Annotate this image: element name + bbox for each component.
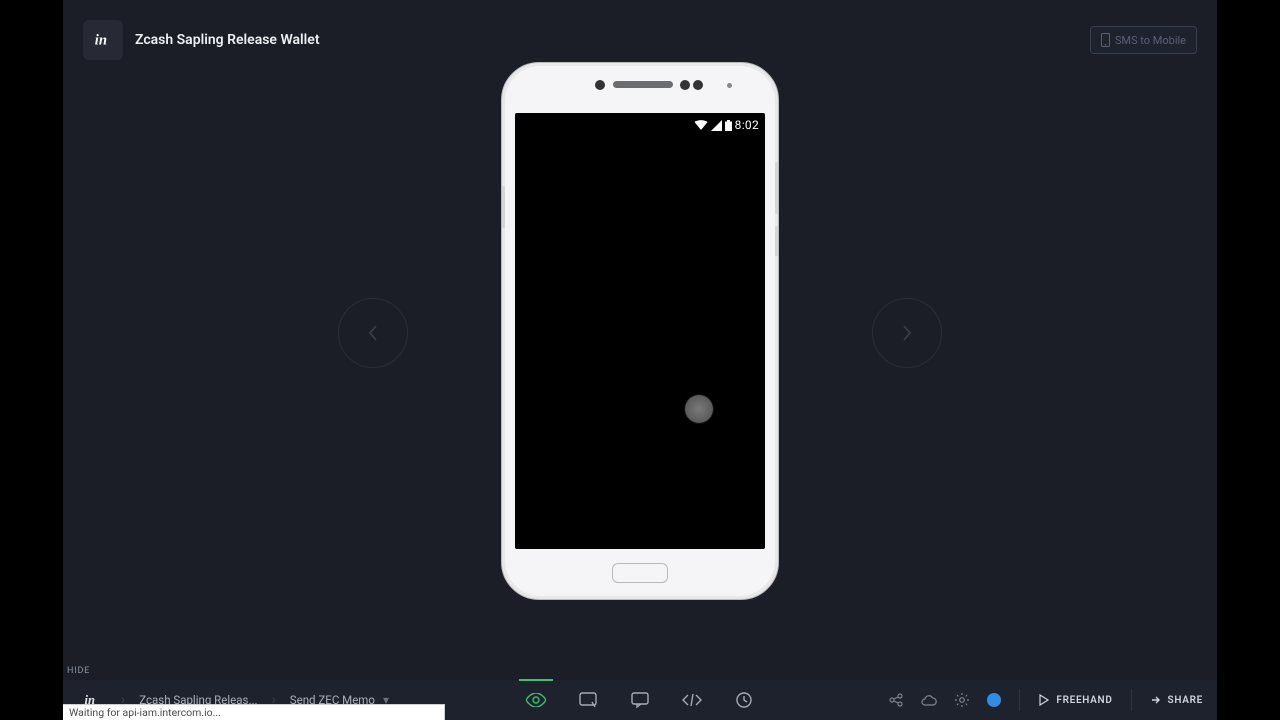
share-button[interactable]: SHARE <box>1150 694 1203 706</box>
right-tools: FREEHAND SHARE <box>889 680 1217 720</box>
eye-icon <box>526 693 546 707</box>
share-link-button[interactable] <box>889 693 903 707</box>
mobile-icon <box>1101 33 1110 47</box>
comment-mode-button[interactable] <box>629 680 651 720</box>
app-root: in Zcash Sapling Release Wallet SMS to M… <box>63 0 1217 720</box>
phone-home-button <box>612 563 668 583</box>
wifi-icon <box>694 120 708 131</box>
top-bar: in Zcash Sapling Release Wallet SMS to M… <box>83 20 1197 60</box>
invision-logo-icon: in <box>92 29 114 51</box>
invision-logo[interactable]: in <box>83 20 123 60</box>
history-mode-button[interactable] <box>733 680 755 720</box>
sms-to-mobile-button[interactable]: SMS to Mobile <box>1090 26 1197 54</box>
phone-earpiece-icon <box>613 81 673 88</box>
chevron-right-icon <box>902 325 912 341</box>
next-screen-button[interactable] <box>872 298 942 368</box>
settings-button[interactable] <box>955 693 969 707</box>
freehand-label: FREEHAND <box>1056 695 1112 706</box>
upload-button[interactable] <box>921 694 937 706</box>
user-avatar[interactable] <box>987 693 1001 707</box>
battery-icon <box>725 120 732 131</box>
device-screen[interactable]: 8:02 <box>515 113 765 549</box>
toolbar-divider <box>1019 689 1020 711</box>
sms-button-label: SMS to Mobile <box>1115 34 1186 47</box>
build-mode-button[interactable] <box>577 680 599 720</box>
phone-side-button-left <box>502 186 505 228</box>
share-label: SHARE <box>1168 695 1203 706</box>
hide-toolbar-button[interactable]: HIDE <box>67 666 90 676</box>
cloud-icon <box>921 694 937 706</box>
mode-tools <box>525 680 755 720</box>
gear-icon <box>955 693 969 707</box>
freehand-button[interactable]: FREEHAND <box>1038 694 1112 706</box>
phone-side-button-right-2 <box>775 226 778 256</box>
android-status-bar: 8:02 <box>694 118 759 132</box>
cellular-signal-icon <box>711 120 722 131</box>
chevron-left-icon <box>368 325 378 341</box>
freehand-play-icon <box>1038 694 1050 706</box>
comment-icon <box>631 692 649 708</box>
toolbar-divider <box>1131 689 1132 711</box>
device-frame-inner: 8:02 <box>505 66 775 596</box>
device-frame: 8:02 <box>501 62 779 600</box>
phone-side-button-right-1 <box>775 162 778 214</box>
preview-mode-button[interactable] <box>525 680 547 720</box>
share-nodes-icon <box>889 693 903 707</box>
browser-status-toast: Waiting for api-iam.intercom.io... <box>63 704 445 720</box>
svg-text:in: in <box>95 33 107 49</box>
share-arrow-icon <box>1150 694 1162 706</box>
status-bar-time: 8:02 <box>735 118 759 132</box>
touch-indicator <box>685 395 713 423</box>
previous-screen-button[interactable] <box>338 298 408 368</box>
hotspot-icon <box>579 692 597 708</box>
inspect-mode-button[interactable] <box>681 680 703 720</box>
history-icon <box>736 692 752 708</box>
code-icon <box>682 693 702 707</box>
phone-camera-icon <box>595 80 605 90</box>
phone-proximity-sensor-icon <box>727 83 732 88</box>
project-title: Zcash Sapling Release Wallet <box>135 32 320 48</box>
phone-sensor-cluster-icon <box>680 80 703 90</box>
